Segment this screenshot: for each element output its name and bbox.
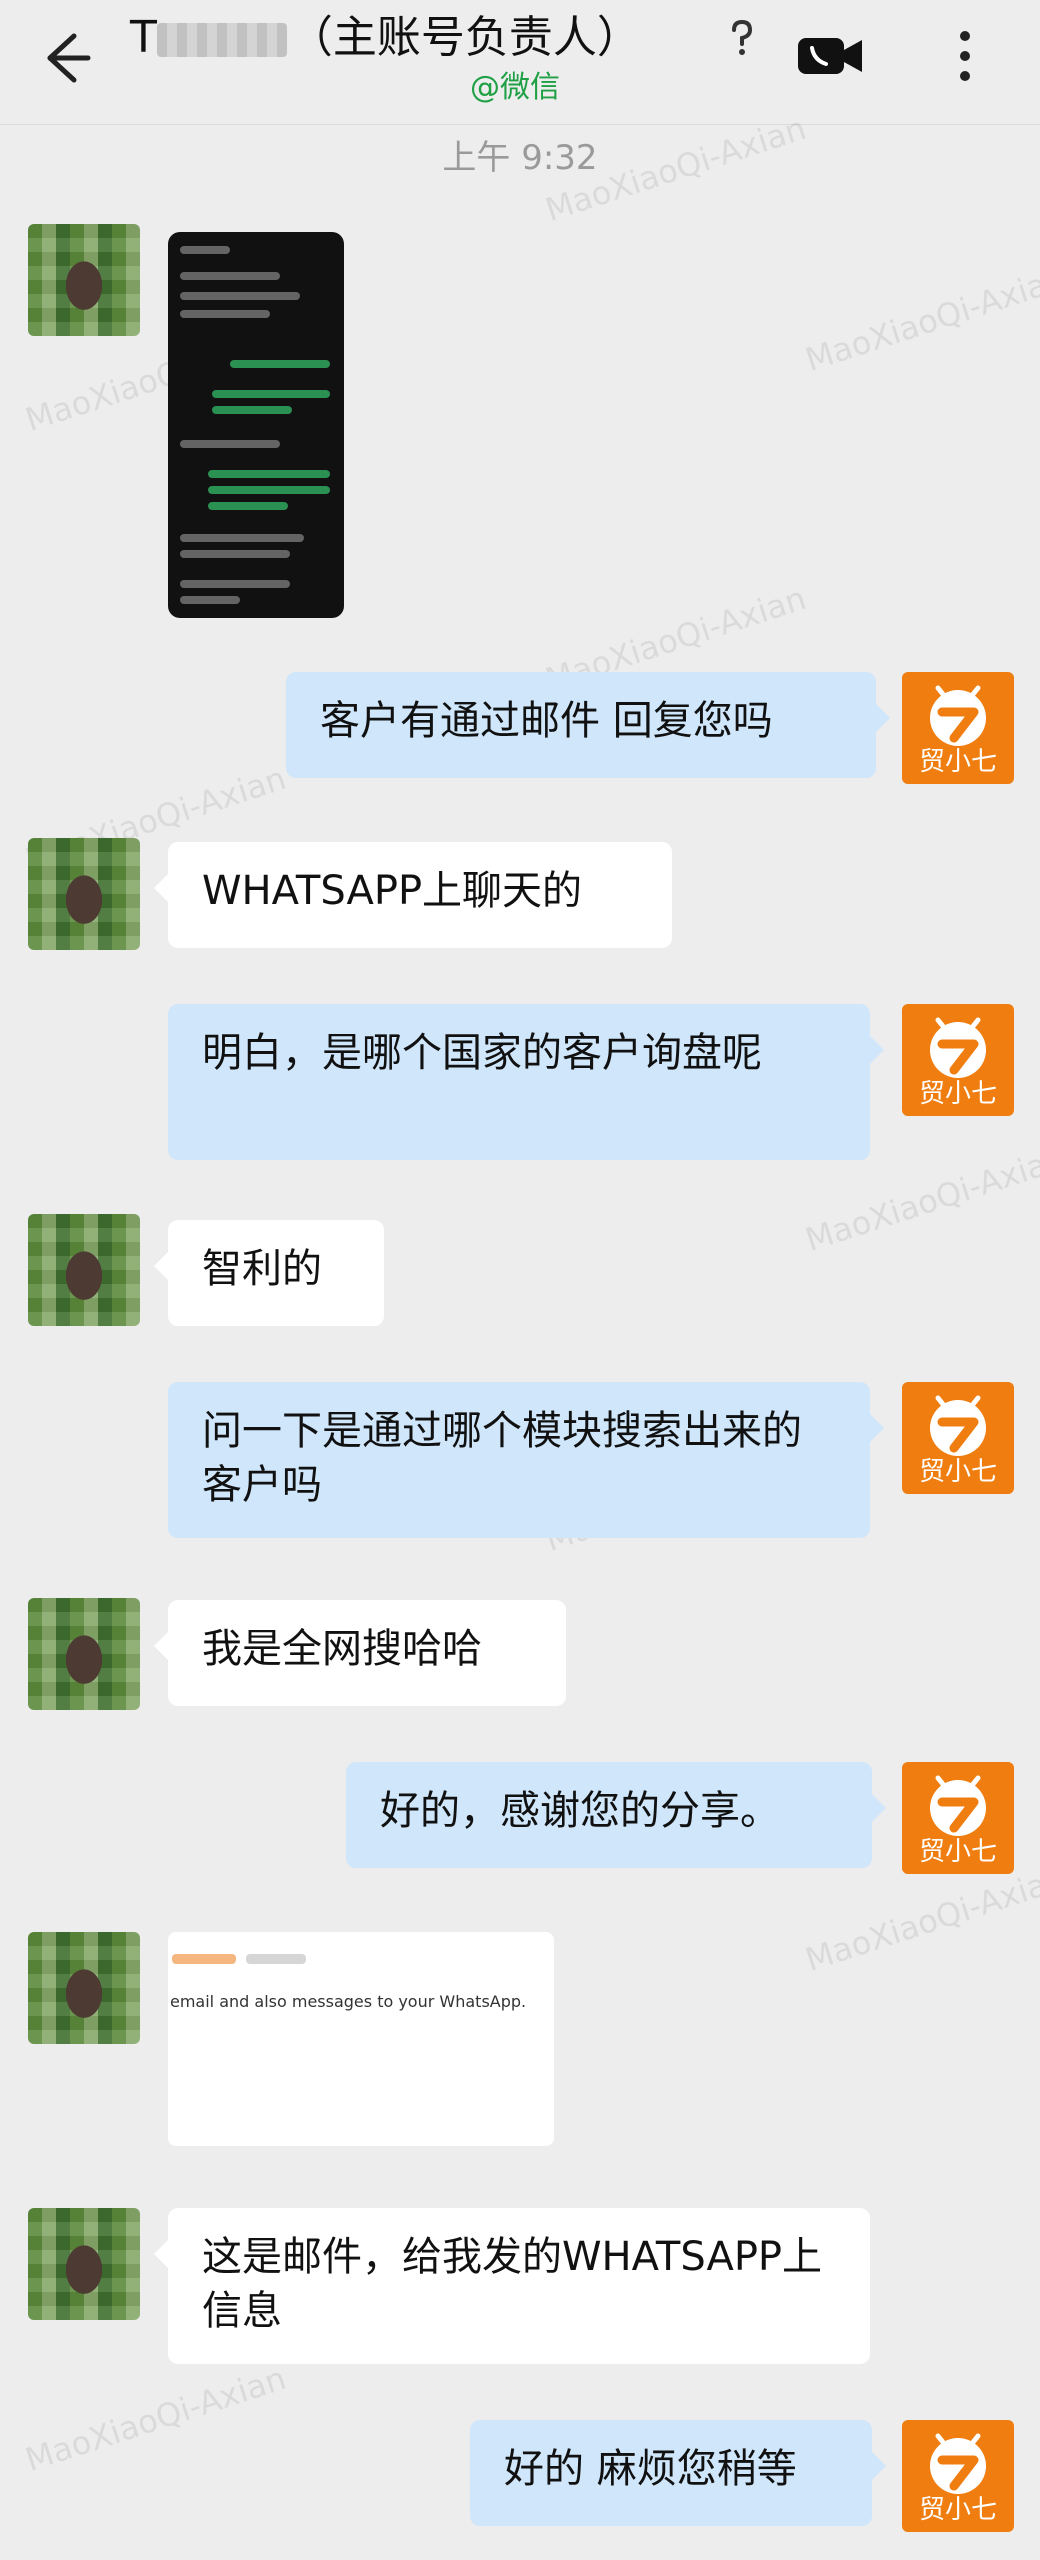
avatar-label: 贸小七 [918, 747, 997, 777]
my-avatar[interactable]: 贸小七 [902, 1382, 1014, 1494]
back-arrow-icon[interactable] [30, 26, 94, 90]
more-options-icon[interactable] [950, 26, 980, 86]
my-avatar[interactable]: 贸小七 [902, 2420, 1014, 2532]
contact-avatar[interactable] [28, 1932, 140, 2044]
avatar-label: 贸小七 [918, 1457, 997, 1487]
contact-avatar[interactable] [28, 1214, 140, 1326]
video-call-icon[interactable] [796, 32, 864, 80]
message-bubble-received[interactable]: WHATSAPP上聊天的 [154, 842, 672, 948]
help-icon[interactable] [722, 16, 760, 60]
email-body-text: email and also messages to your WhatsApp… [170, 1992, 527, 2011]
chat-header: T （主账号负责人） @微信 [0, 0, 1040, 125]
message-bubble-received[interactable]: 这是邮件，给我发的WHATSAPP上信息 [154, 2208, 870, 2364]
blurred-name [156, 23, 287, 57]
chat-subtitle: @微信 [470, 70, 560, 105]
watermark: MaoXiaoQi-Axian [20, 2359, 291, 2479]
watermark: MaoXiaoQi-Axian [800, 1859, 1040, 1979]
watermark: MaoXiaoQi-Axian [800, 259, 1040, 379]
phone-screenshot-image[interactable] [168, 232, 344, 618]
message-bubble-sent[interactable]: 好的，感谢您的分享。 [346, 1762, 886, 1868]
avatar-label: 贸小七 [918, 1079, 997, 1109]
message-bubble-sent[interactable]: 客户有通过邮件 回复您吗 [286, 672, 890, 778]
my-avatar[interactable]: 贸小七 [902, 672, 1014, 784]
chat-title-prefix: T [130, 12, 157, 63]
message-bubble-sent[interactable]: 明白，是哪个国家的客户询盘呢 [168, 1004, 884, 1160]
chat-title-suffix: （主账号负责人） [288, 12, 641, 63]
message-bubble-sent[interactable]: 好的 麻烦您稍等 [470, 2420, 886, 2526]
message-bubble-sent[interactable]: 问一下是通过哪个模块搜索出来的客户吗 [168, 1382, 884, 1538]
contact-avatar[interactable] [28, 1598, 140, 1710]
contact-avatar[interactable] [28, 224, 140, 336]
message-bubble-received[interactable]: 我是全网搜哈哈 [154, 1600, 566, 1706]
contact-avatar[interactable] [28, 838, 140, 950]
my-avatar[interactable]: 贸小七 [902, 1004, 1014, 1116]
message-timestamp: 上午 9:32 [442, 138, 598, 178]
contact-avatar[interactable] [28, 2208, 140, 2320]
email-header-line [168, 1952, 307, 1968]
chat-title: T （主账号负责人） [130, 10, 750, 66]
avatar-label: 贸小七 [918, 2495, 997, 2525]
my-avatar[interactable]: 贸小七 [902, 1762, 1014, 1874]
avatar-label: 贸小七 [918, 1837, 997, 1867]
message-bubble-received[interactable]: 智利的 [154, 1220, 384, 1326]
email-screenshot-image[interactable]: email and also messages to your WhatsApp… [168, 1932, 554, 2146]
